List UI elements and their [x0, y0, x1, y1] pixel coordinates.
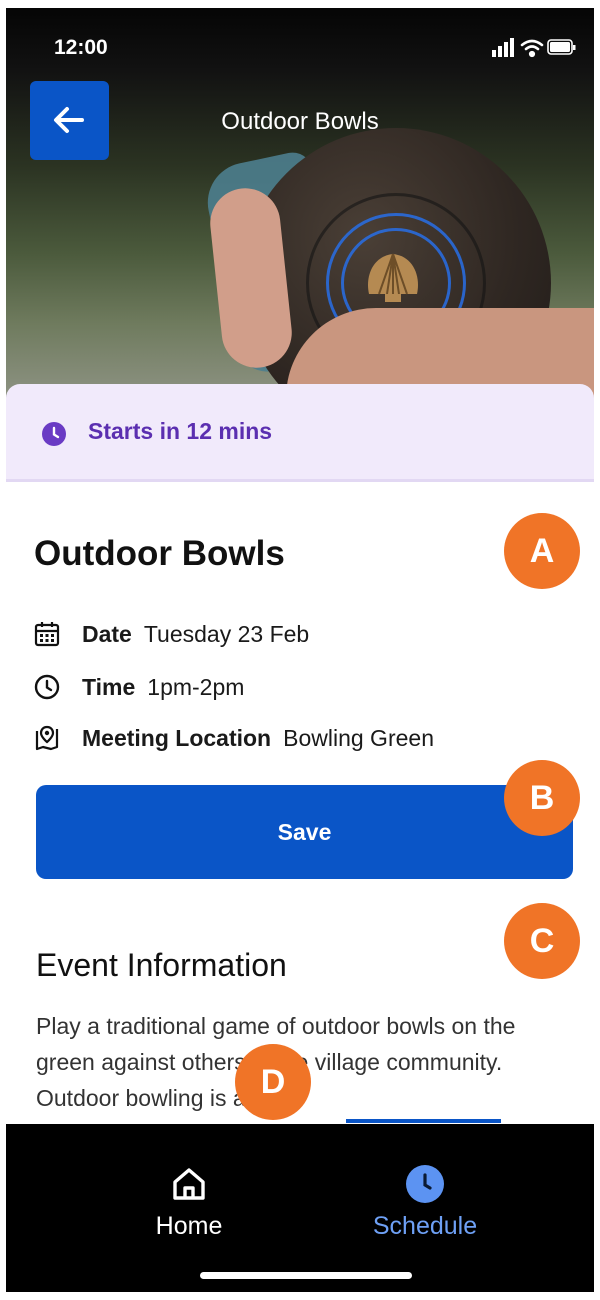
- annotation-marker-c: C: [504, 903, 580, 979]
- starts-banner: Starts in 12 mins: [6, 384, 594, 482]
- nav-schedule-label: Schedule: [372, 1212, 478, 1240]
- status-icons: [492, 38, 576, 58]
- battery-icon: [547, 39, 576, 55]
- status-time: 12:00: [54, 36, 108, 59]
- date-label: Date: [82, 620, 132, 647]
- home-indicator: [200, 1272, 412, 1279]
- save-button[interactable]: Save: [36, 785, 573, 879]
- scroll-indicator: [346, 1119, 501, 1123]
- time-label: Time: [82, 673, 136, 700]
- annotation-marker-b: B: [504, 760, 580, 836]
- location-label: Meeting Location: [82, 724, 272, 751]
- clock-icon: [406, 1165, 444, 1203]
- nav-schedule[interactable]: Schedule: [340, 1164, 510, 1241]
- time-row: Time 1pm-2pm: [34, 670, 244, 704]
- location-row: Meeting Location Bowling Green: [34, 721, 434, 755]
- location-value: Bowling Green: [283, 724, 434, 751]
- starts-text: Starts in 12 mins: [88, 418, 273, 444]
- map-pin-icon: [35, 725, 59, 751]
- event-title: Outdoor Bowls: [34, 534, 285, 573]
- hero-image: 12:00 Outdoor Bowls: [6, 8, 594, 403]
- page-title: Outdoor Bowls: [221, 108, 379, 135]
- clock-outline-icon: [34, 674, 60, 700]
- wifi-icon: [520, 39, 544, 58]
- app-screen: 12:00 Outdoor Bowls Starts in 12 mins Ou…: [6, 8, 594, 1292]
- shell-emblem-icon: [368, 253, 418, 302]
- annotation-marker-a: A: [504, 513, 580, 589]
- nav-home[interactable]: Home: [104, 1164, 274, 1241]
- home-icon: [173, 1168, 205, 1200]
- time-value: 1pm-2pm: [147, 673, 245, 700]
- signal-icon: [492, 38, 514, 57]
- bottom-nav: Home Schedule: [6, 1124, 594, 1292]
- date-row: Date Tuesday 23 Feb: [34, 617, 309, 651]
- calendar-icon: [34, 622, 60, 647]
- annotation-marker-d: D: [235, 1044, 311, 1120]
- event-info-heading: Event Information: [36, 947, 287, 983]
- nav-home-label: Home: [155, 1212, 223, 1240]
- clock-icon: [42, 422, 66, 446]
- date-value: Tuesday 23 Feb: [143, 620, 310, 647]
